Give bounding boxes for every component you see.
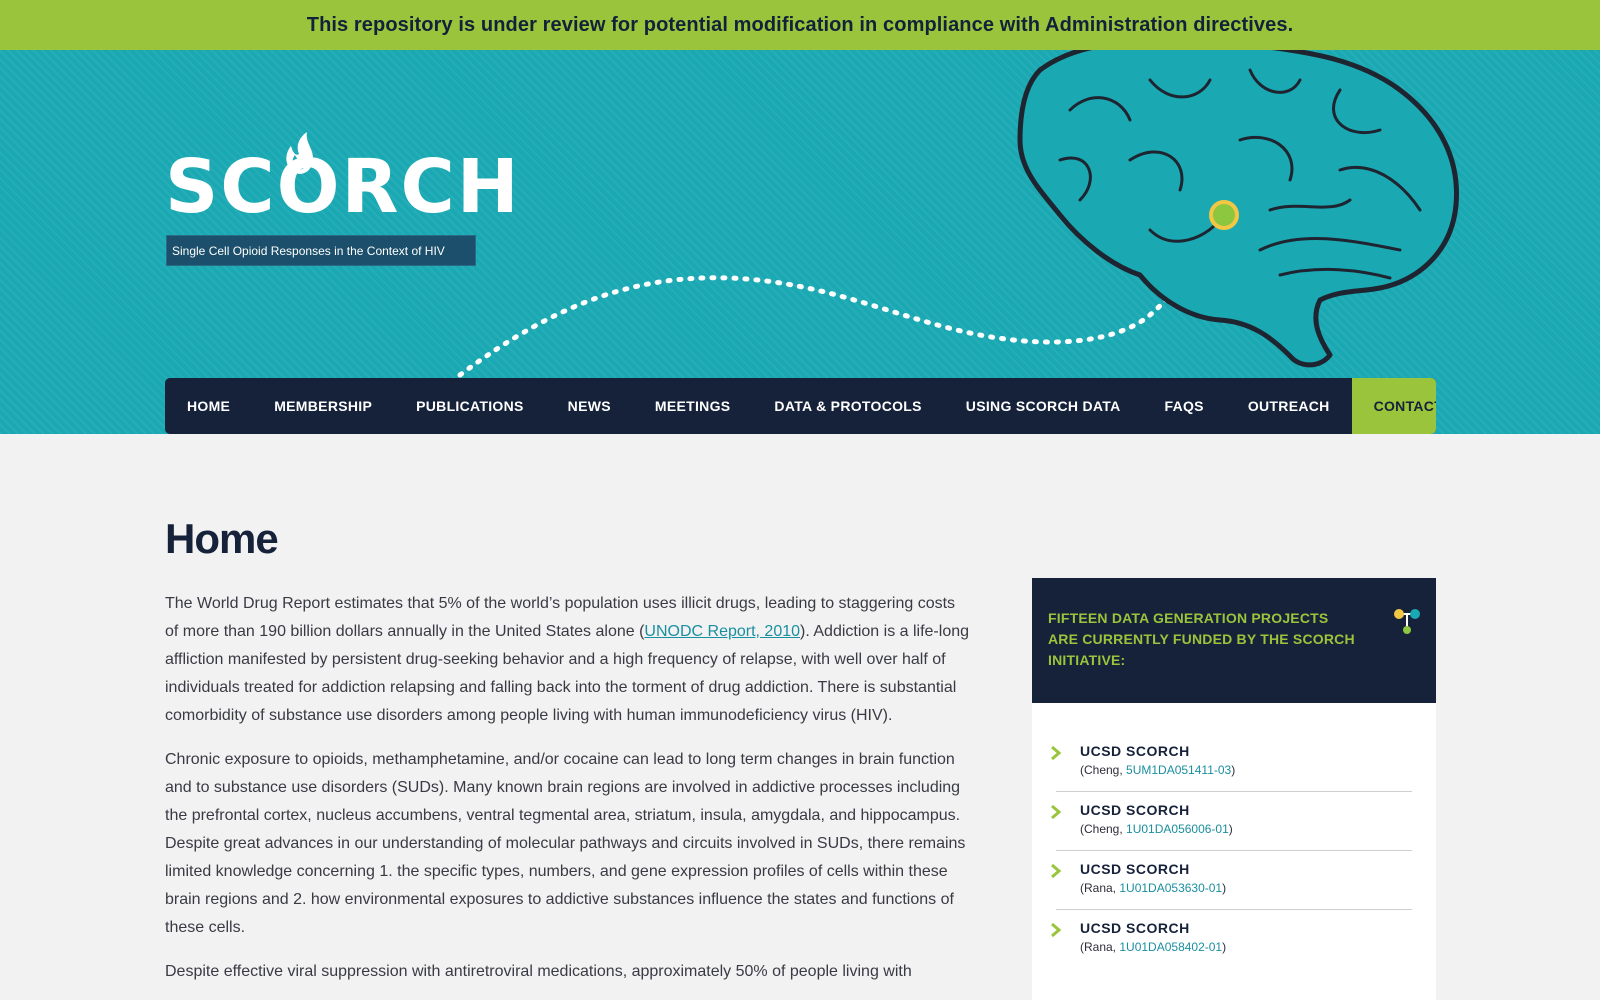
nav-contact[interactable]: CONTACT bbox=[1351, 378, 1436, 434]
project-pi: (Cheng, bbox=[1080, 822, 1127, 836]
intro-paragraph: The World Drug Report estimates that 5% … bbox=[165, 590, 970, 730]
project-pi: (Rana, bbox=[1080, 940, 1120, 954]
chevron-right-icon bbox=[1051, 922, 1062, 938]
logo-wordmark: SCORCH bbox=[165, 144, 521, 230]
chevron-right-icon bbox=[1051, 745, 1062, 761]
project-item: UCSD SCORCH (Rana, 1U01DA058402-01) bbox=[1051, 910, 1412, 968]
chevron-right-icon bbox=[1051, 804, 1062, 820]
nav-meetings[interactable]: MEETINGS bbox=[633, 378, 753, 434]
page-title: Home bbox=[165, 515, 279, 562]
projects-sidebar: Fifteen data generation projects are cur… bbox=[1032, 578, 1436, 1000]
project-grant-link[interactable]: 5UM1DA051411-03 bbox=[1126, 763, 1231, 777]
nav-home[interactable]: HOME bbox=[165, 378, 252, 434]
projects-heading: Fifteen data generation projects are cur… bbox=[1048, 610, 1355, 668]
logo-tagline: Single Cell Opioid Responses in the Cont… bbox=[166, 235, 476, 266]
nav-publications[interactable]: PUBLICATIONS bbox=[394, 378, 546, 434]
project-meta: (Rana, 1U01DA058402-01) bbox=[1080, 940, 1412, 954]
project-name: UCSD SCORCH bbox=[1080, 920, 1190, 936]
project-close: ) bbox=[1228, 822, 1233, 836]
project-name: UCSD SCORCH bbox=[1080, 743, 1190, 759]
main-content: The World Drug Report estimates that 5% … bbox=[165, 590, 970, 1000]
review-banner: This repository is under review for pote… bbox=[0, 0, 1600, 50]
nav-outreach[interactable]: OUTREACH bbox=[1226, 378, 1352, 434]
project-grant-link[interactable]: 1U01DA058402-01 bbox=[1119, 940, 1222, 954]
projects-heading-box: Fifteen data generation projects are cur… bbox=[1032, 578, 1436, 703]
review-banner-text: This repository is under review for pote… bbox=[306, 13, 1294, 36]
nav-faqs[interactable]: FAQS bbox=[1143, 378, 1226, 434]
project-close: ) bbox=[1222, 881, 1227, 895]
project-pi: (Cheng, bbox=[1080, 763, 1127, 777]
project-item: UCSD SCORCH (Cheng, 1U01DA056006-01) bbox=[1051, 792, 1412, 851]
project-close: ) bbox=[1231, 763, 1236, 777]
unodc-report-link[interactable]: UNODC Report, 2010 bbox=[644, 623, 800, 640]
project-item: UCSD SCORCH (Rana, 1U01DA053630-01) bbox=[1051, 851, 1412, 910]
nav-membership[interactable]: MEMBERSHIP bbox=[252, 378, 394, 434]
project-grant-link[interactable]: 1U01DA053630-01 bbox=[1119, 881, 1222, 895]
viral-suppression-paragraph: Despite effective viral suppression with… bbox=[165, 963, 912, 980]
project-close: ) bbox=[1222, 940, 1227, 954]
chronic-exposure-paragraph: Chronic exposure to opioids, methampheta… bbox=[165, 751, 966, 936]
project-meta: (Cheng, 5UM1DA051411-03) bbox=[1080, 763, 1412, 777]
main-nav: HOME MEMBERSHIP PUBLICATIONS NEWS MEETIN… bbox=[165, 378, 1436, 434]
project-item: UCSD SCORCH (Cheng, 5UM1DA051411-03) bbox=[1051, 733, 1412, 792]
project-pi: (Rana, bbox=[1080, 881, 1120, 895]
molecule-icon bbox=[1394, 609, 1420, 634]
project-name: UCSD SCORCH bbox=[1080, 861, 1190, 877]
projects-list: UCSD SCORCH (Cheng, 5UM1DA051411-03) UCS… bbox=[1032, 703, 1436, 968]
nav-using-scorch-data[interactable]: USING SCORCH DATA bbox=[944, 378, 1143, 434]
project-meta: (Rana, 1U01DA053630-01) bbox=[1080, 881, 1412, 895]
chevron-right-icon bbox=[1051, 863, 1062, 879]
nav-news[interactable]: NEWS bbox=[546, 378, 633, 434]
project-name: UCSD SCORCH bbox=[1080, 802, 1190, 818]
nav-data-protocols[interactable]: DATA & PROTOCOLS bbox=[752, 378, 943, 434]
hero-header: SCORCH Single Cell Opioid Responses in t… bbox=[0, 50, 1600, 434]
project-meta: (Cheng, 1U01DA056006-01) bbox=[1080, 822, 1412, 836]
project-grant-link[interactable]: 1U01DA056006-01 bbox=[1126, 822, 1229, 836]
